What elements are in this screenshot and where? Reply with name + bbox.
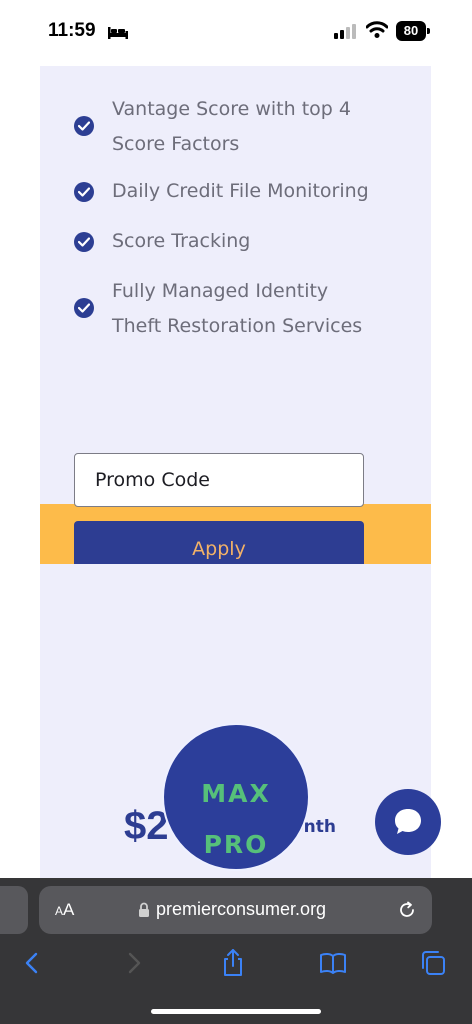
chat-icon (395, 809, 421, 834)
wifi-icon (365, 21, 389, 43)
signal-icon (334, 23, 358, 43)
feature-item: Fully Managed Identity Theft Restoration… (74, 274, 414, 354)
feature-text: Score Factors (112, 133, 240, 155)
feature-item: Vantage Score with top 4 Score Factors (74, 92, 414, 172)
bookmarks-icon[interactable] (318, 948, 348, 978)
battery-icon: 80 (396, 21, 430, 41)
battery-level: 80 (396, 21, 426, 41)
status-bar: 11:59 80 (0, 0, 472, 66)
back-icon[interactable] (18, 948, 48, 978)
home-indicator (151, 1009, 321, 1014)
bed-icon (108, 24, 128, 39)
reader-settings-button[interactable]: AA (55, 900, 74, 920)
url-text: premierconsumer.org (156, 899, 327, 919)
reload-icon[interactable] (397, 900, 417, 924)
check-circle-icon (74, 116, 94, 136)
check-circle-icon (74, 232, 94, 252)
feature-text: Score Tracking (112, 230, 251, 252)
feature-text: Daily Credit File Monitoring (112, 180, 369, 202)
web-page: Vantage Score with top 4 Score Factors D… (0, 66, 472, 878)
feature-text: Vantage Score with top 4 (112, 98, 351, 120)
plan-badge-line1: MAX (201, 779, 271, 808)
feature-item: Score Tracking (74, 224, 414, 264)
plan-badge-line2: PRO (203, 830, 269, 859)
chat-button[interactable] (375, 789, 441, 855)
status-time: 11:59 (48, 20, 96, 41)
share-icon[interactable] (218, 948, 248, 978)
feature-item: Daily Credit File Monitoring (74, 174, 414, 214)
forward-icon[interactable] (118, 948, 148, 978)
plan-badge: MAX PRO (162, 723, 310, 871)
tabs-icon[interactable] (418, 948, 448, 978)
feature-text: Theft Restoration Services (112, 315, 363, 337)
address-bar[interactable]: AA premierconsumer.org (39, 886, 432, 934)
check-circle-icon (74, 182, 94, 202)
check-circle-icon (74, 298, 94, 318)
feature-text: Fully Managed Identity (112, 280, 329, 302)
browser-bar: AA premierconsumer.org (0, 878, 472, 1024)
price: $2 (124, 804, 169, 848)
promo-code-input[interactable]: Promo Code (74, 453, 364, 507)
previous-tab-preview[interactable] (0, 886, 28, 934)
lock-icon (138, 902, 150, 921)
browser-toolbar (0, 948, 472, 984)
apply-button[interactable]: Apply (74, 521, 364, 564)
